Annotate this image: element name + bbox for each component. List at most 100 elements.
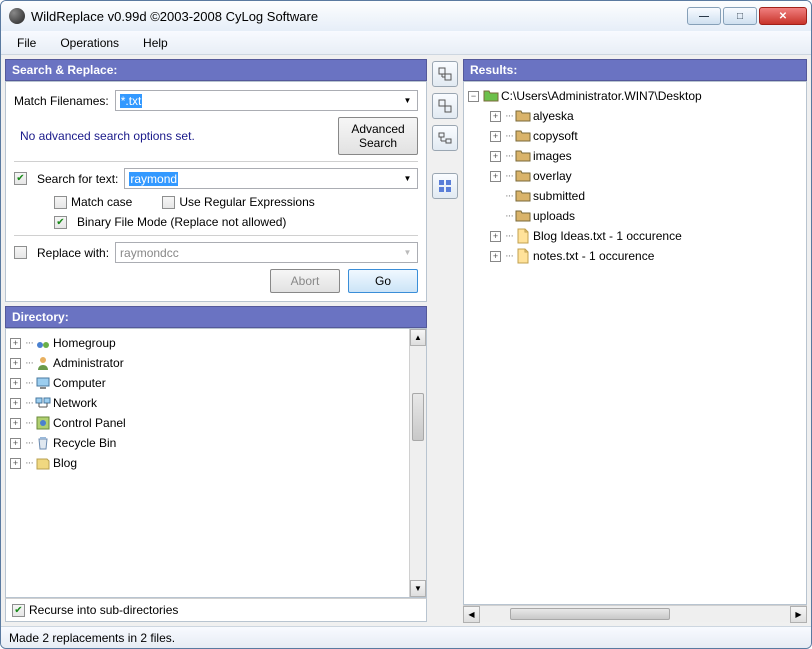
search-panel-title: Search & Replace: (5, 59, 427, 81)
tree-item-label: Network (53, 396, 97, 410)
search-for-text-value: raymond (129, 172, 178, 186)
tree-expander[interactable]: + (490, 151, 501, 162)
binary-mode-checkbox[interactable] (54, 216, 67, 229)
tree-expander[interactable]: + (490, 131, 501, 142)
replace-with-label: Replace with: (37, 246, 109, 260)
directory-tree-item[interactable]: +···Control Panel (10, 413, 426, 433)
results-panel-title: Results: (463, 59, 807, 81)
collapse-all-button[interactable] (432, 93, 458, 119)
tree-expander[interactable]: + (10, 378, 21, 389)
tree-item-label: alyeska (533, 109, 574, 123)
tree-item-label: Recycle Bin (53, 436, 116, 450)
scroll-right-icon[interactable]: ▶ (790, 606, 807, 623)
close-button[interactable]: ✕ (759, 7, 807, 25)
go-button[interactable]: Go (348, 269, 418, 293)
tree-expander[interactable]: + (10, 438, 21, 449)
replace-with-checkbox[interactable] (14, 246, 27, 259)
menu-help[interactable]: Help (133, 34, 178, 52)
use-regex-label: Use Regular Expressions (179, 195, 314, 209)
tree-item-label: uploads (533, 209, 575, 223)
tree-expander[interactable]: − (468, 91, 479, 102)
directory-tree-item[interactable]: +···Administrator (10, 353, 426, 373)
tree-expander[interactable]: + (490, 251, 501, 262)
folder-icon (35, 435, 51, 451)
grid-view-button[interactable] (432, 173, 458, 199)
results-tree-item[interactable]: ···uploads (468, 206, 806, 226)
results-root[interactable]: −C:\Users\Administrator.WIN7\Desktop (468, 86, 806, 106)
directory-tree-item[interactable]: +···Computer (10, 373, 426, 393)
results-tree-item[interactable]: +···alyeska (468, 106, 806, 126)
results-tree-item[interactable]: ···submitted (468, 186, 806, 206)
scroll-thumb[interactable] (412, 393, 424, 441)
tree-item-label: images (533, 149, 572, 163)
folder-icon (515, 148, 531, 164)
tree-item-label: submitted (533, 189, 585, 203)
results-tree-item[interactable]: +···Blog Ideas.txt - 1 occurence (468, 226, 806, 246)
folder-icon (35, 415, 51, 431)
scroll-thumb[interactable] (510, 608, 670, 620)
tree-expander[interactable]: + (10, 338, 21, 349)
menubar: File Operations Help (1, 31, 811, 55)
tree-expander[interactable]: + (10, 398, 21, 409)
horizontal-scrollbar[interactable]: ◀ ▶ (463, 605, 807, 622)
results-tree-item[interactable]: +···notes.txt - 1 occurence (468, 246, 806, 266)
directory-tree-item[interactable]: +···Network (10, 393, 426, 413)
match-filenames-combo[interactable]: *.txt ▼ (115, 90, 418, 111)
client-area: Search & Replace: Match Filenames: *.txt… (1, 55, 811, 626)
directory-tree-item[interactable]: +···Homegroup (10, 333, 426, 353)
status-text: Made 2 replacements in 2 files. (9, 631, 175, 645)
scroll-up-icon[interactable]: ▲ (410, 329, 426, 346)
tree-item-label: Administrator (53, 356, 124, 370)
use-regex-checkbox[interactable] (162, 196, 175, 209)
folder-icon (35, 395, 51, 411)
tree-view-button[interactable] (432, 125, 458, 151)
tree-expander[interactable]: + (10, 358, 21, 369)
minimize-button[interactable]: — (687, 7, 721, 25)
expand-all-button[interactable] (432, 61, 458, 87)
directory-tree-item[interactable]: +···Recycle Bin (10, 433, 426, 453)
tree-item-label: overlay (533, 169, 572, 183)
tree-expander[interactable]: + (490, 111, 501, 122)
chevron-down-icon[interactable]: ▼ (400, 245, 415, 260)
tree-expander[interactable]: + (10, 458, 21, 469)
results-tree-item[interactable]: +···overlay (468, 166, 806, 186)
search-for-text-combo[interactable]: raymond ▼ (124, 168, 418, 189)
tree-expander[interactable]: + (490, 171, 501, 182)
directory-panel-title: Directory: (5, 306, 427, 328)
replace-with-value: raymondcc (120, 246, 179, 260)
file-icon (515, 228, 531, 244)
search-for-text-label: Search for text: (37, 172, 118, 186)
chevron-down-icon[interactable]: ▼ (400, 171, 415, 186)
tree-item-label: Control Panel (53, 416, 126, 430)
directory-tree-item[interactable]: +···Blog (10, 453, 426, 473)
results-tree-item[interactable]: +···copysoft (468, 126, 806, 146)
titlebar[interactable]: WildReplace v0.99d ©2003-2008 CyLog Soft… (1, 1, 811, 31)
directory-tree[interactable]: +···Homegroup+···Administrator+···Comput… (5, 328, 427, 598)
scroll-down-icon[interactable]: ▼ (410, 580, 426, 597)
results-tree-item[interactable]: +···images (468, 146, 806, 166)
maximize-button[interactable]: □ (723, 7, 757, 25)
tree-item-label: Blog Ideas.txt - 1 occurence (533, 229, 682, 243)
recurse-checkbox[interactable] (12, 604, 25, 617)
folder-icon (515, 108, 531, 124)
advanced-search-button[interactable]: Advanced Search (338, 117, 418, 155)
chevron-down-icon[interactable]: ▼ (400, 93, 415, 108)
menu-file[interactable]: File (7, 34, 46, 52)
results-tree[interactable]: −C:\Users\Administrator.WIN7\Desktop+···… (463, 81, 807, 605)
tree-item-label: Blog (53, 456, 77, 470)
menu-operations[interactable]: Operations (50, 34, 129, 52)
match-case-checkbox[interactable] (54, 196, 67, 209)
tree-expander[interactable]: + (490, 231, 501, 242)
app-icon (9, 8, 25, 24)
vertical-scrollbar[interactable]: ▲ ▼ (409, 329, 426, 597)
recurse-label: Recurse into sub-directories (29, 603, 178, 617)
replace-with-combo[interactable]: raymondcc ▼ (115, 242, 418, 263)
abort-button[interactable]: Abort (270, 269, 340, 293)
folder-icon (515, 208, 531, 224)
directory-panel: Directory: +···Homegroup+···Administrato… (5, 306, 427, 622)
search-for-text-checkbox[interactable] (14, 172, 27, 185)
results-toolbar (431, 59, 459, 622)
binary-mode-label: Binary File Mode (Replace not allowed) (77, 215, 286, 229)
tree-expander[interactable]: + (10, 418, 21, 429)
scroll-left-icon[interactable]: ◀ (463, 606, 480, 623)
